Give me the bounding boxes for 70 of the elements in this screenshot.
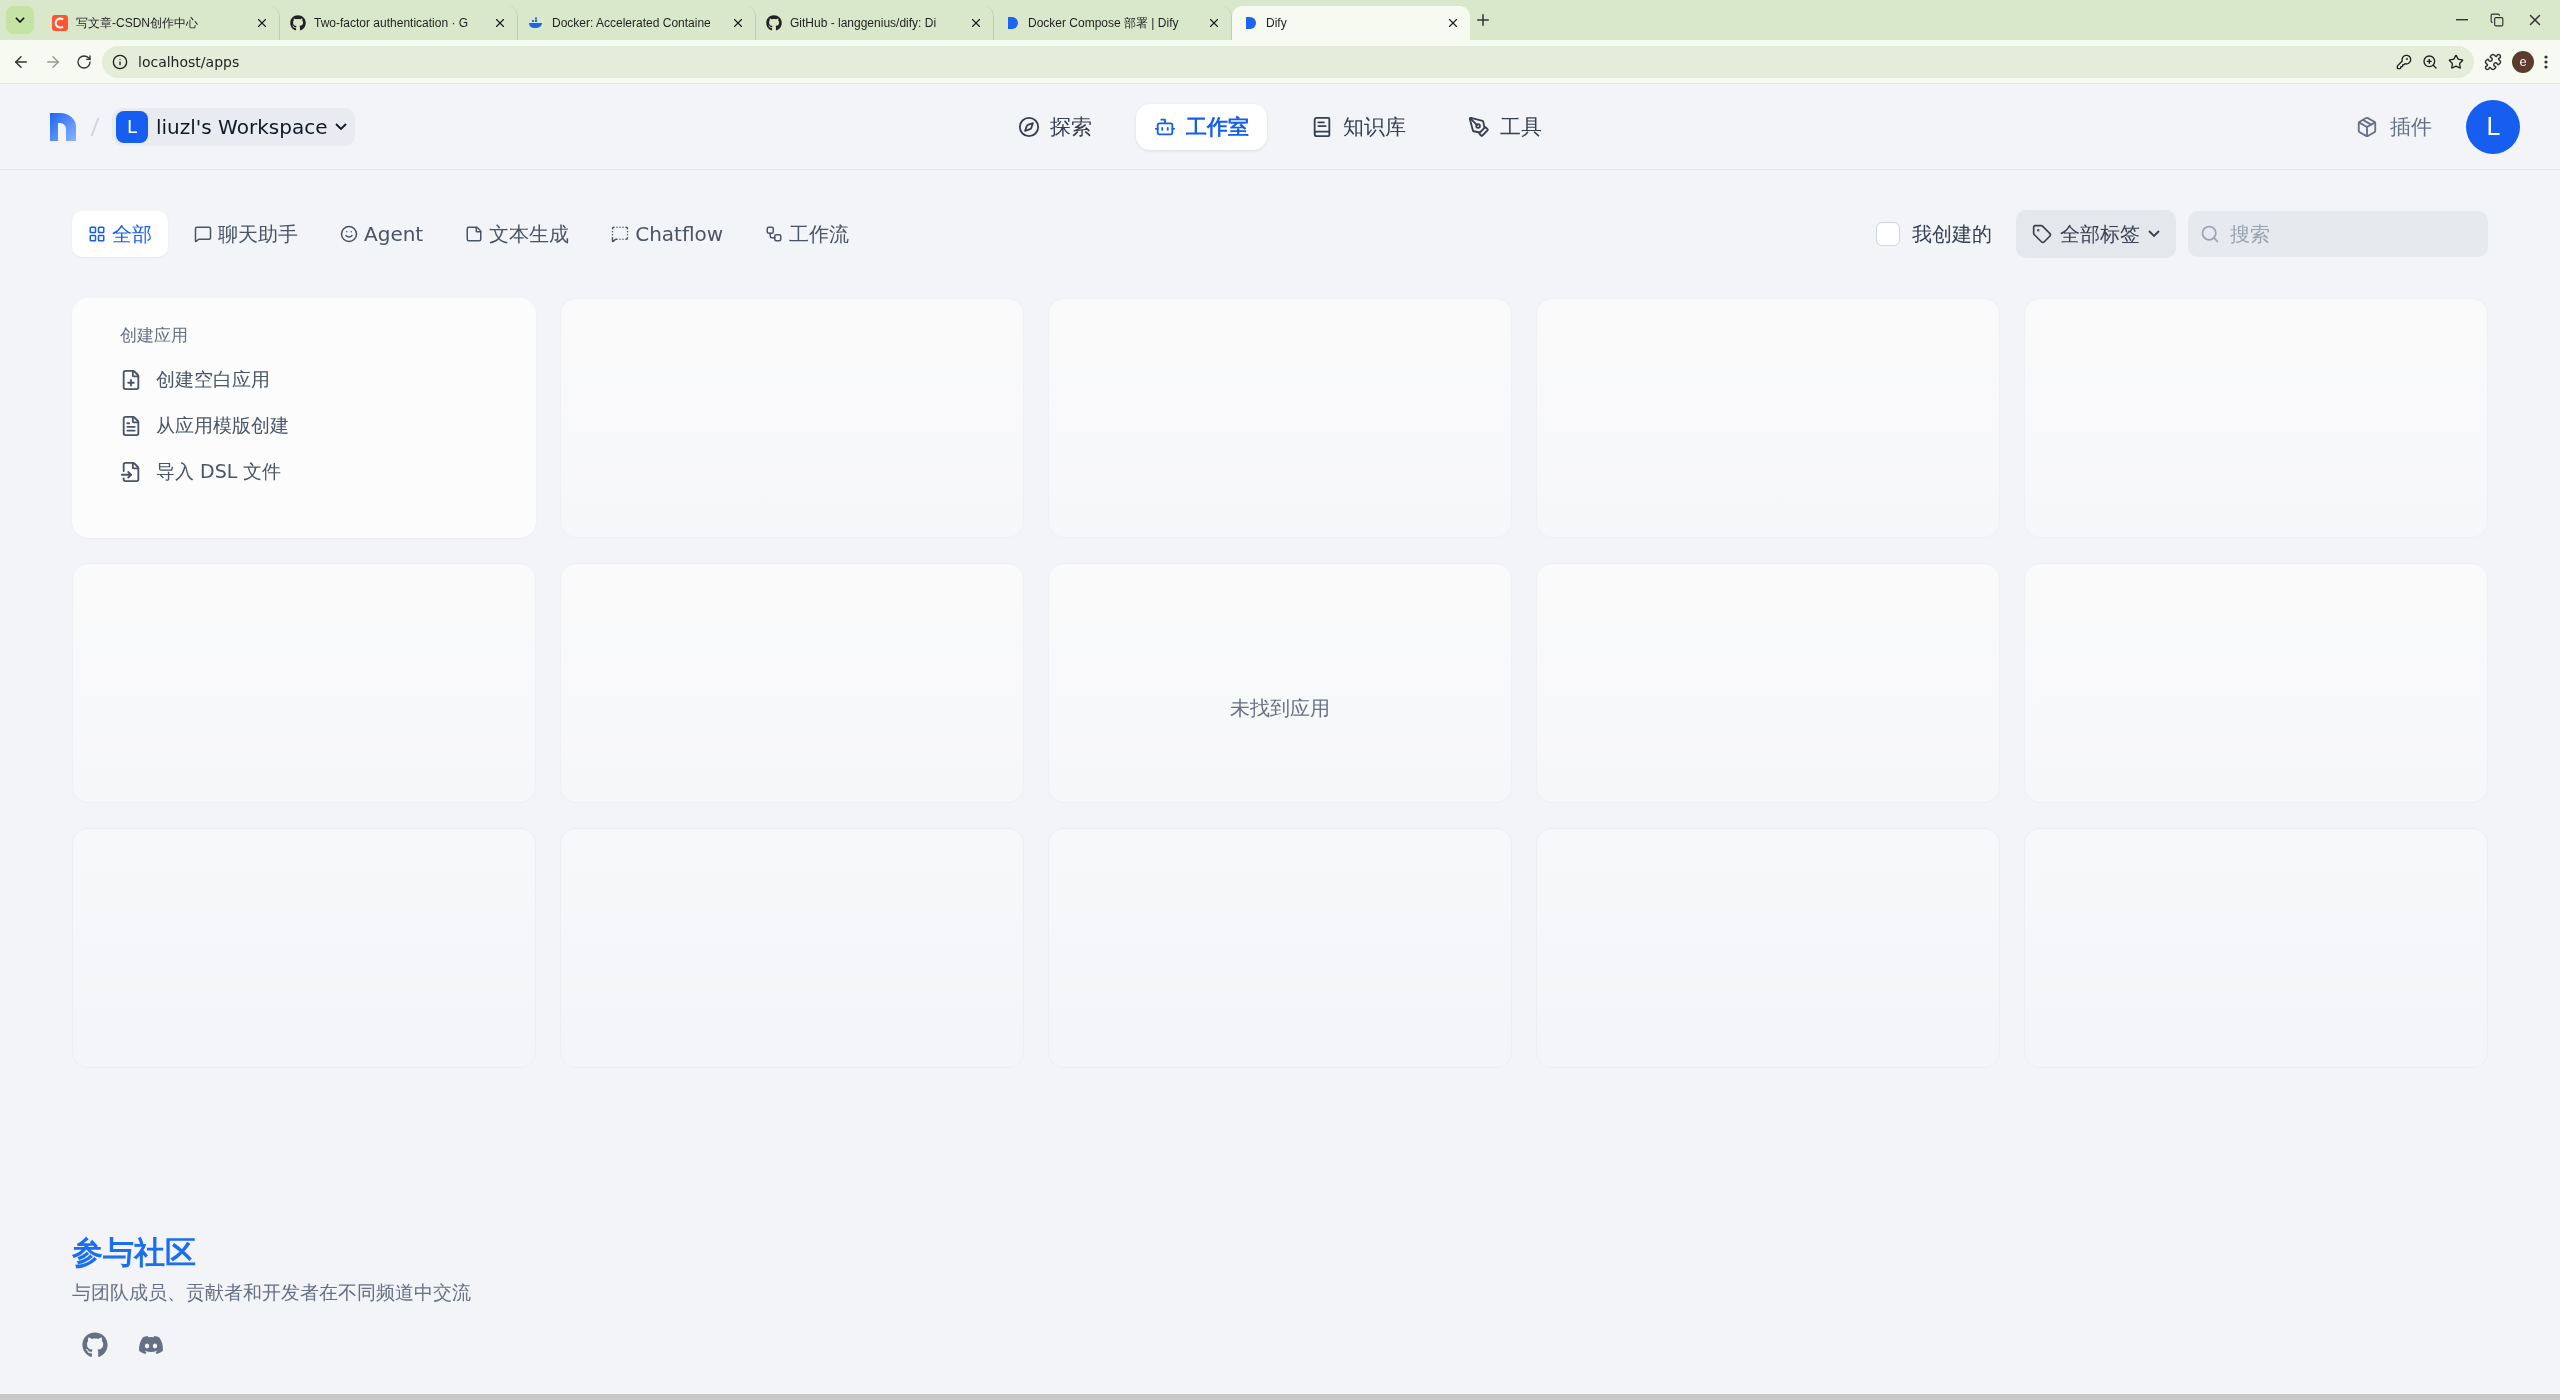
community-subtitle: 与团队成员、贡献者和开发者在不同频道中交流: [72, 1280, 472, 1305]
chevron-down-icon: [2148, 230, 2160, 238]
close-icon[interactable]: [969, 16, 983, 30]
whale-favicon-icon: [528, 15, 544, 31]
search-icon: [2200, 224, 2220, 244]
create-action[interactable]: 从应用模版创建: [120, 409, 488, 443]
github-icon: [82, 1332, 108, 1358]
nav-tab[interactable]: 工作室: [1136, 103, 1267, 150]
plugins-button[interactable]: 插件: [2350, 111, 2438, 142]
github-favicon-icon: [290, 15, 306, 31]
filter-tab[interactable]: Agent: [324, 211, 440, 257]
grid-icon: [88, 225, 106, 243]
file-import-icon: [120, 461, 142, 483]
filter-tab[interactable]: 工作流: [749, 211, 866, 257]
close-icon[interactable]: [731, 16, 745, 30]
chevron-down-icon: [15, 17, 25, 23]
nav-tab[interactable]: 探索: [1000, 103, 1110, 150]
filter-tab[interactable]: Chatflow: [595, 211, 740, 257]
compass-icon: [1018, 115, 1040, 138]
search-field[interactable]: 搜索: [2188, 211, 2488, 257]
chatflow-icon: [611, 225, 630, 243]
menu-icon: [2544, 54, 2548, 69]
tool-icon: [1468, 115, 1490, 138]
community-title: 参与社区: [72, 1233, 197, 1272]
tag-filter-dropdown[interactable]: 全部标签: [2016, 210, 2176, 258]
filter-tab[interactable]: 聊天助手: [178, 211, 314, 257]
user-avatar[interactable]: L: [2466, 99, 2520, 154]
workspace-badge: L: [116, 110, 148, 143]
close-icon[interactable]: [1207, 16, 1221, 30]
file-plus-icon: [120, 369, 142, 391]
filter-tab[interactable]: 文本生成: [449, 211, 586, 257]
browser-tab[interactable]: Dify: [1232, 6, 1470, 40]
checkbox-label: 我创建的: [1912, 220, 1992, 248]
cube-icon: [2356, 115, 2378, 138]
restore-icon: [2490, 13, 2504, 27]
card-title: 创建应用: [120, 324, 189, 347]
github-link[interactable]: [82, 1332, 108, 1358]
puzzle-icon: [2484, 52, 2502, 71]
csdn-favicon-icon: [52, 15, 68, 31]
site-info-icon[interactable]: [112, 53, 128, 70]
close-icon[interactable]: [1446, 16, 1460, 30]
bookmark-star-icon[interactable]: [2448, 53, 2464, 70]
create-action[interactable]: 创建空白应用: [120, 363, 488, 397]
minimize-icon: [2456, 19, 2468, 21]
nav-tab[interactable]: 知识库: [1293, 103, 1424, 150]
create-action[interactable]: 导入 DSL 文件: [120, 455, 488, 489]
workspace-switcher[interactable]: L liuzl's Workspace: [112, 107, 356, 146]
tag-icon: [2032, 224, 2052, 244]
book-icon: [1311, 115, 1333, 138]
filter-tab[interactable]: 全部: [72, 211, 168, 257]
logo-icon[interactable]: [48, 110, 78, 143]
file-text-icon: [120, 415, 142, 437]
nav-tab[interactable]: 工具: [1450, 103, 1560, 150]
close-icon[interactable]: [255, 16, 269, 30]
empty-state-text: 未找到应用: [1230, 694, 1330, 722]
reload-icon: [76, 53, 92, 70]
plus-icon: [1474, 11, 1492, 29]
agent-icon: [340, 225, 358, 243]
checkbox[interactable]: [1876, 222, 1900, 246]
workflow-icon: [765, 225, 784, 243]
close-icon[interactable]: [493, 16, 507, 30]
profile-avatar[interactable]: e: [2512, 50, 2534, 73]
key-icon[interactable]: [2396, 53, 2412, 70]
address-bar[interactable]: localhost/apps: [102, 45, 2474, 78]
tab-search-button[interactable]: [6, 6, 34, 34]
note-icon: [465, 225, 484, 243]
chevron-down-icon: [335, 122, 348, 131]
chat-icon: [194, 225, 212, 243]
github-favicon-icon: [766, 15, 782, 31]
zoom-icon[interactable]: [2422, 53, 2438, 70]
